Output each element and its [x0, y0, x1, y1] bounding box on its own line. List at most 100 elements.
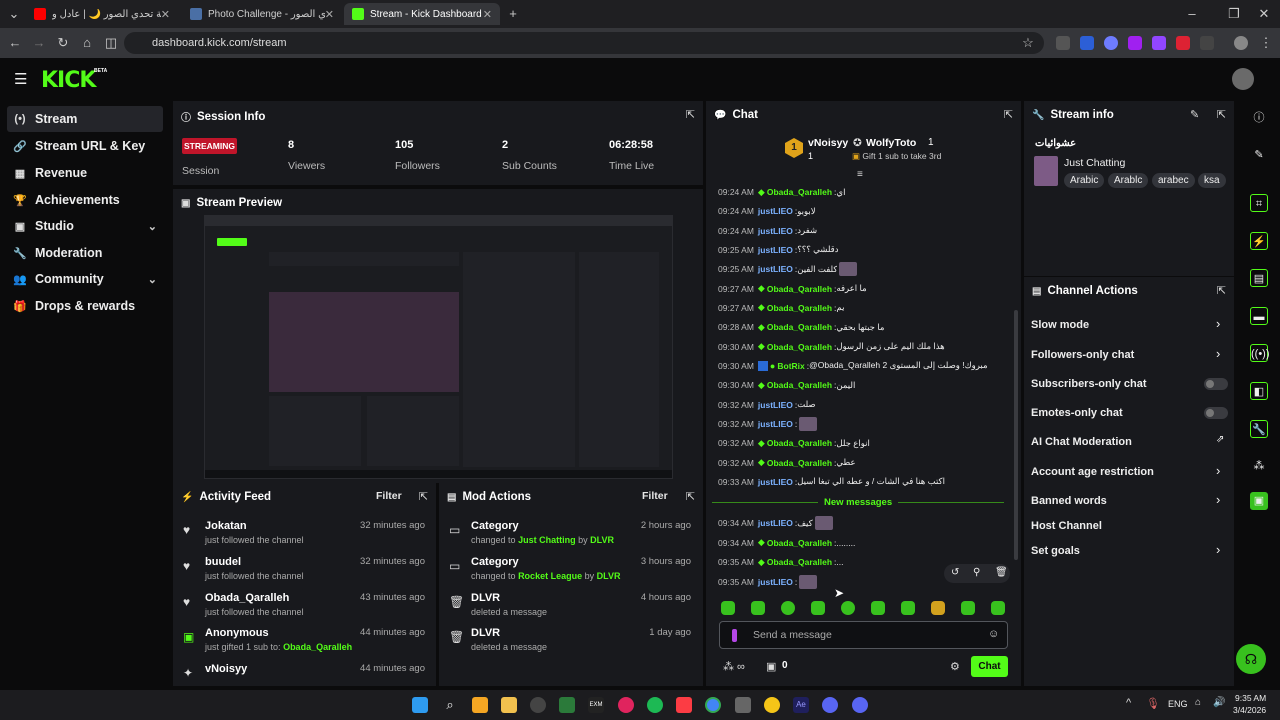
chat-message[interactable]: 09:28 AM ◆ Obada_Qaralleh: ما جبتها بحقي [718, 319, 1010, 335]
chat-username[interactable]: Obada_Qaralleh [767, 557, 832, 567]
discord-icon[interactable] [822, 697, 838, 713]
chat-username[interactable]: Obada_Qaralleh [767, 438, 832, 448]
slow-mode-action[interactable]: Slow mode [1031, 319, 1089, 331]
chat-message[interactable]: 09:27 AM ◆ Obada_Qaralleh: يم [718, 300, 1010, 316]
extensions-puzzle-icon[interactable] [1200, 36, 1214, 50]
community-infinity-icon[interactable]: ⁂ ∞ [723, 660, 745, 673]
popout-icon[interactable]: ⇱ [419, 490, 428, 503]
spotify-icon[interactable] [647, 697, 663, 713]
chat-username[interactable]: justLIEO [758, 245, 793, 255]
clip-icon[interactable]: ⌗ [1250, 194, 1268, 212]
chevron-right-icon[interactable]: › [1216, 316, 1220, 331]
chat-bubble-icon[interactable]: ▬ [1250, 307, 1268, 325]
chat-username[interactable]: justLIEO [758, 226, 793, 236]
notes-icon[interactable]: ▤ [1250, 269, 1268, 287]
activity-user[interactable]: Anonymous [205, 627, 269, 639]
app-icon[interactable] [530, 697, 546, 713]
delete-icon[interactable]: 🗑 [995, 567, 1008, 578]
top-gifter-name[interactable]: vNoisyy [808, 137, 848, 149]
activity-gift-target[interactable]: Obada_Qaralleh [283, 642, 352, 652]
sidebar-item-drops[interactable]: 🎁 Drops & rewards [7, 293, 163, 319]
chrome-icon[interactable] [705, 697, 721, 713]
support-headset-icon[interactable]: ☊ [1236, 644, 1266, 674]
chat-message[interactable]: 09:24 AM justLIEO: لابوبو [718, 203, 1010, 219]
emote-icon[interactable] [721, 601, 735, 615]
chat-message[interactable]: 09:25 AM justLIEO: كلفت الفين [718, 261, 1010, 277]
sidepanel-icon[interactable]: ◫ [103, 35, 119, 51]
edit-pencil-icon[interactable]: ✎ [1250, 146, 1268, 164]
host-channel-action[interactable]: Host Channel [1031, 520, 1102, 532]
chat-message[interactable]: 09:24 AM justLIEO: شفرد [718, 223, 1010, 239]
emote-icon[interactable] [961, 601, 975, 615]
reload-icon[interactable]: ↻ [55, 35, 71, 51]
url-field[interactable]: dashboard.kick.com/stream [124, 32, 1044, 54]
chat-message[interactable]: 09:33 AM justLIEO: اكتب هنا في الشات / و … [718, 474, 1010, 490]
chat-message[interactable]: 09:25 AM justLIEO: دقلشي ؟؟؟ [718, 242, 1010, 258]
emote-icon[interactable] [931, 601, 945, 615]
sidebar-item-stream-url[interactable]: 🔗 Stream URL & Key [7, 133, 163, 159]
app-icon[interactable] [764, 697, 780, 713]
chevron-right-icon[interactable]: › [1216, 542, 1220, 557]
set-goals-action[interactable]: Set goals [1031, 545, 1080, 557]
reply-icon[interactable]: ↺ [951, 567, 959, 578]
app-icon[interactable] [735, 697, 751, 713]
tray-chevron-icon[interactable]: ^ [1126, 697, 1131, 709]
sidebar-item-studio[interactable]: ▣ Studio ⌄ [7, 213, 163, 239]
popout-icon[interactable]: ⇱ [686, 490, 695, 503]
language-indicator[interactable]: ENG [1168, 699, 1188, 709]
sidebar-item-stream[interactable]: (•) Stream [7, 106, 163, 132]
chat-username[interactable]: Obada_Qaralleh [767, 187, 832, 197]
chat-message[interactable]: 09:34 AM justLIEO: كيف [718, 515, 1010, 531]
account-age-action[interactable]: Account age restriction [1031, 466, 1154, 478]
emote-icon[interactable] [811, 601, 825, 615]
profile-avatar[interactable] [1234, 36, 1248, 50]
file-explorer-icon[interactable] [501, 697, 517, 713]
music-icon[interactable] [676, 697, 692, 713]
pin-icon[interactable]: ⚲ [973, 567, 980, 578]
chat-message[interactable]: 09:32 AM justLIEO: صلت [718, 397, 1010, 413]
app-icon[interactable] [472, 697, 488, 713]
chat-username[interactable]: justLIEO [758, 577, 793, 587]
sidebar-item-revenue[interactable]: ▦ Revenue [7, 160, 163, 186]
close-window-icon[interactable]: ✕ [1256, 6, 1272, 22]
mod-action-name[interactable]: DLVR [471, 627, 500, 639]
activity-filter-button[interactable]: Filter [376, 490, 402, 502]
emoji-icon[interactable]: ☺ [988, 628, 999, 640]
kick-logo[interactable]: KICK [41, 68, 96, 93]
send-chat-button[interactable]: Chat [971, 656, 1008, 677]
chat-username[interactable]: justLIEO [758, 400, 793, 410]
extension-icon[interactable] [1152, 36, 1166, 50]
browser-tab-2[interactable]: Photo Challenge - تحدي الصور ✕ [182, 3, 342, 25]
sidebar-item-community[interactable]: 👥 Community ⌄ [7, 266, 163, 292]
gift-box-icon[interactable]: ▣ [766, 660, 776, 673]
kick-app-icon[interactable]: ▣ [1250, 492, 1268, 510]
popout-icon[interactable]: ⇱ [1217, 284, 1226, 297]
activity-user[interactable]: Jokatan [205, 520, 247, 532]
chat-message[interactable]: 09:27 AM ◆ Obada_Qaralleh: ما اعرفه [718, 281, 1010, 297]
extension-icon[interactable] [1056, 36, 1070, 50]
chat-image-emote[interactable] [799, 574, 818, 589]
chevron-right-icon[interactable]: › [1216, 463, 1220, 478]
activity-user[interactable]: vNoisyy [205, 663, 247, 675]
chat-message[interactable]: 09:30 AM ◆ Obada_Qaralleh: اليمن [718, 377, 1010, 393]
user-avatar[interactable] [1232, 68, 1254, 90]
browser-tab-1[interactable]: بطولة تحدي الصور 🌙 | عادل و… ✕ [26, 3, 178, 25]
forward-icon[interactable]: → [31, 35, 47, 51]
emote-icon[interactable] [781, 601, 795, 615]
chat-message[interactable]: 09:24 AM ◆ Obada_Qaralleh: اي [718, 184, 1010, 200]
media-player-icon[interactable] [618, 697, 634, 713]
wrench-icon[interactable]: 🔧 [1250, 420, 1268, 438]
chat-image-emote[interactable] [799, 416, 818, 431]
app-icon[interactable] [559, 697, 575, 713]
chat-username[interactable]: Obada_Qaralleh [767, 458, 832, 468]
edit-pencil-icon[interactable]: ✎ [1190, 108, 1199, 121]
pinned-toggle-icon[interactable]: ≡ [857, 169, 863, 180]
mod-action-target[interactable]: Rocket League [518, 571, 582, 581]
close-tab-icon[interactable]: ✕ [483, 8, 492, 21]
browser-tab-3[interactable]: Stream - Kick Dashboard ✕ [344, 3, 500, 25]
sidebar-item-moderation[interactable]: 🔧 Moderation [7, 240, 163, 266]
chat-image-emote[interactable] [839, 262, 858, 277]
broadcast-icon[interactable]: ((•)) [1250, 344, 1270, 362]
minimize-icon[interactable]: – [1184, 6, 1200, 22]
sidebar-item-achievements[interactable]: 🏆 Achievements [7, 187, 163, 213]
